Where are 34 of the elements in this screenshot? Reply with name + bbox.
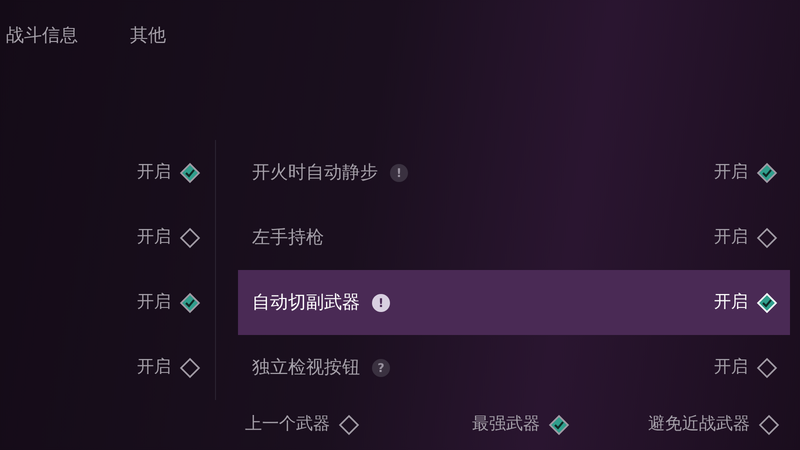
tab[interactable]: 战斗信息 (6, 22, 78, 48)
setting-value: 开启 (714, 356, 748, 379)
setting-label: 自动切副武器 (252, 291, 360, 315)
hint-badge[interactable]: ? (372, 358, 390, 376)
option-label: 开启 (137, 290, 171, 314)
diamond-checkbox[interactable] (179, 226, 201, 248)
hint-badge[interactable]: ! (390, 164, 408, 182)
checked-diamond-checkbox[interactable] (756, 162, 778, 184)
diamond-checkbox[interactable] (756, 226, 778, 248)
checked-diamond-checkbox[interactable] (179, 292, 201, 314)
setting-row[interactable]: 左手持枪 开启 (238, 205, 790, 270)
option-label: 开启 (137, 160, 171, 184)
diamond-checkbox[interactable] (758, 414, 780, 436)
diamond-checkbox[interactable] (756, 356, 778, 378)
option-label: 避免近战武器 (648, 413, 750, 436)
setting-row[interactable]: 开火时自动静步 ! 开启 (238, 140, 790, 205)
setting-value: 开启 (714, 290, 748, 314)
setting-label: 左手持枪 (252, 226, 324, 250)
checked-diamond-checkbox[interactable] (548, 414, 570, 436)
option-label: 上一个武器 (245, 413, 330, 436)
diamond-checkbox[interactable] (338, 414, 360, 436)
diamond-checkbox[interactable] (179, 356, 201, 378)
checked-diamond-checkbox[interactable] (179, 162, 201, 184)
setting-value: 开启 (714, 160, 748, 184)
option-label: 开启 (137, 226, 171, 249)
setting-label: 开火时自动静步 (252, 161, 378, 185)
tab[interactable]: 其他 (130, 22, 166, 48)
selected-setting-row[interactable]: 自动切副武器 ! 开启 (238, 270, 790, 335)
option-label: 最强武器 (472, 413, 540, 436)
hint-badge[interactable]: ! (372, 294, 390, 312)
option-label: 开启 (137, 356, 171, 379)
setting-row[interactable]: 独立检视按钮 ? 开启 (238, 335, 790, 400)
setting-value: 开启 (714, 226, 748, 249)
setting-label: 独立检视按钮 (252, 356, 360, 380)
